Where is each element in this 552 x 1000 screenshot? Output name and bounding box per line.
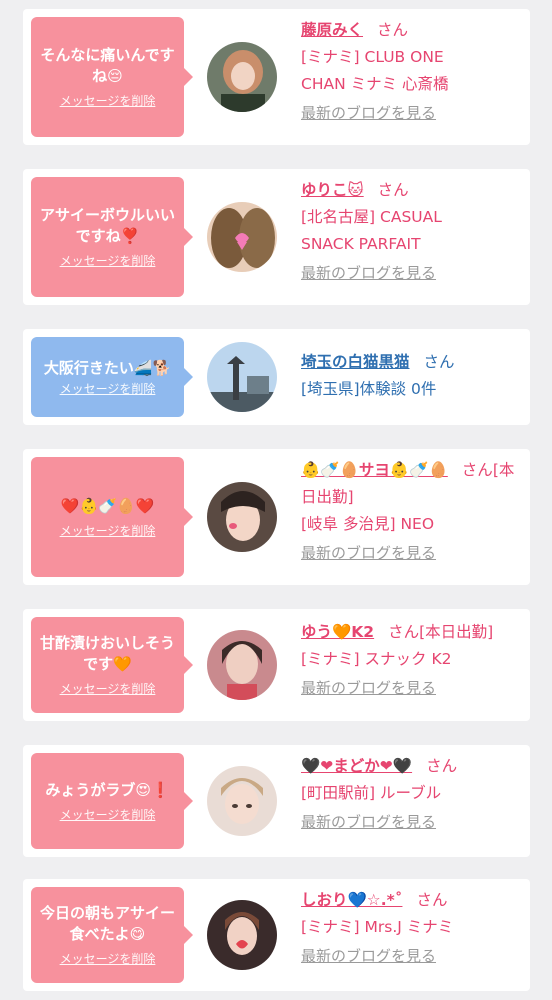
message-card: 大阪行きたい🚄🐕 メッセージを削除 埼玉の白猫黒猫 さん [埼玉県]体験談 0件 xyxy=(23,329,530,425)
avatar[interactable] xyxy=(207,630,277,700)
message-text: 甘酢漬けおいしそうです🧡 xyxy=(39,634,175,673)
delete-message-link[interactable]: メッセージを削除 xyxy=(60,93,156,109)
avatar-photo xyxy=(207,630,277,700)
profile-name-link[interactable]: 🖤❤まどか❤🖤 xyxy=(301,757,412,775)
message-card: そんなに痛いんですね😔 メッセージを削除 藤原みく さん [ミナミ] CLUB O… xyxy=(23,9,530,145)
avatar[interactable] xyxy=(207,42,277,112)
message-bubble: そんなに痛いんですね😔 メッセージを削除 xyxy=(31,17,193,137)
delete-message-link[interactable]: メッセージを削除 xyxy=(60,523,156,539)
shop-name: [町田駅前] ルーブル xyxy=(301,784,442,802)
shop-name: [ミナミ] スナック K2 xyxy=(301,650,452,668)
profile-info: 🖤❤まどか❤🖤 さん [町田駅前] ルーブル 最新のブログを見る xyxy=(301,753,523,836)
honorific: さん xyxy=(388,623,420,641)
latest-blog-link[interactable]: 最新のブログを見る xyxy=(301,943,523,970)
delete-message-link[interactable]: メッセージを削除 xyxy=(60,253,156,269)
message-text: みょうがラブ😍❗️ xyxy=(45,780,170,799)
avatar[interactable] xyxy=(207,482,277,552)
avatar[interactable] xyxy=(207,766,277,836)
profile-info: ゆりこ🐱 さん [北名古屋] CASUAL SNACK PARFAIT 最新のブロ… xyxy=(301,177,523,287)
honorific: さん xyxy=(416,891,448,909)
avatar-photo xyxy=(207,42,277,112)
latest-blog-link[interactable]: 最新のブログを見る xyxy=(301,260,523,287)
message-card: 今日の朝もアサイー食べたよ😋 メッセージを削除 しおり💙☆.*˚ さん [ミナミ]… xyxy=(23,879,530,991)
profile-info: しおり💙☆.*˚ さん [ミナミ] Mrs.J ミナミ 最新のブログを見る xyxy=(301,887,523,970)
latest-blog-link[interactable]: 最新のブログを見る xyxy=(301,540,523,567)
profile-info: 👶🍼🥚サヨ👶🍼🥚 さん[本日出勤] [岐阜 多治見] NEO 最新のブログを見る xyxy=(301,457,523,567)
message-bubble: 大阪行きたい🚄🐕 メッセージを削除 xyxy=(31,337,193,417)
avatar-photo xyxy=(207,482,277,552)
avatar[interactable] xyxy=(207,202,277,272)
honorific: さん xyxy=(461,461,493,479)
delete-message-link[interactable]: メッセージを削除 xyxy=(60,807,156,823)
latest-blog-link[interactable]: 最新のブログを見る xyxy=(301,675,523,702)
profile-info: 埼玉の白猫黒猫 さん [埼玉県]体験談 0件 xyxy=(301,349,523,403)
shop-name: [北名古屋] CASUAL xyxy=(301,208,442,226)
profile-name-link[interactable]: 埼玉の白猫黒猫 xyxy=(301,353,410,371)
profile-name-link[interactable]: 藤原みく xyxy=(301,21,363,39)
profile-name-link[interactable]: しおり💙☆.*˚ xyxy=(301,891,402,909)
avatar-photo xyxy=(207,202,277,272)
message-text: アサイーボウルいいですね❣️ xyxy=(39,206,175,245)
message-text: 今日の朝もアサイー食べたよ😋 xyxy=(39,904,175,943)
message-card: ❤️👶🍼🥚❤️ メッセージを削除 👶🍼🥚サヨ👶🍼🥚 さん[本日出勤] [岐阜 多治… xyxy=(23,449,530,585)
profile-info: ゆう🧡K2 さん[本日出勤] [ミナミ] スナック K2 最新のブログを見る xyxy=(301,619,523,702)
message-card: みょうがラブ😍❗️ メッセージを削除 🖤❤まどか❤🖤 さん [町田駅前] ルーブル… xyxy=(23,745,530,857)
work-status: [本日出勤] xyxy=(419,623,494,641)
honorific: さん xyxy=(426,757,458,775)
message-bubble: アサイーボウルいいですね❣️ メッセージを削除 xyxy=(31,177,193,297)
profile-name-link[interactable]: 👶🍼🥚サヨ👶🍼🥚 xyxy=(301,461,448,479)
message-bubble: ❤️👶🍼🥚❤️ メッセージを削除 xyxy=(31,457,193,577)
avatar-photo xyxy=(207,342,277,412)
profile-name-link[interactable]: ゆりこ🐱 xyxy=(301,181,364,199)
message-text: ❤️👶🍼🥚❤️ xyxy=(60,496,155,515)
honorific: さん xyxy=(377,21,409,39)
message-bubble: 今日の朝もアサイー食べたよ😋 メッセージを削除 xyxy=(31,887,193,983)
avatar-photo xyxy=(207,766,277,836)
delete-message-link[interactable]: メッセージを削除 xyxy=(60,681,156,697)
shop-name-cont: CHAN ミナミ 心斎橋 xyxy=(301,75,449,93)
avatar[interactable] xyxy=(207,900,277,970)
honorific: さん xyxy=(423,353,455,371)
profile-name-link[interactable]: ゆう🧡K2 xyxy=(301,623,374,641)
shop-name: [岐阜 多治見] NEO xyxy=(301,515,435,533)
avatar-photo xyxy=(207,900,277,970)
latest-blog-link[interactable]: 最新のブログを見る xyxy=(301,100,523,127)
shop-name-cont: SNACK PARFAIT xyxy=(301,235,421,253)
message-card: アサイーボウルいいですね❣️ メッセージを削除 ゆりこ🐱 さん [北名古屋] CA… xyxy=(23,169,530,305)
profile-info: 藤原みく さん [ミナミ] CLUB ONE CHAN ミナミ 心斎橋 最新のブロ… xyxy=(301,17,523,127)
review-count: [埼玉県]体験談 0件 xyxy=(301,380,437,398)
latest-blog-link[interactable]: 最新のブログを見る xyxy=(301,809,523,836)
avatar[interactable] xyxy=(207,342,277,412)
honorific: さん xyxy=(377,181,409,199)
shop-name: [ミナミ] CLUB ONE xyxy=(301,48,444,66)
shop-name: [ミナミ] Mrs.J ミナミ xyxy=(301,918,454,936)
delete-message-link[interactable]: メッセージを削除 xyxy=(60,951,156,967)
delete-message-link[interactable]: メッセージを削除 xyxy=(60,381,156,397)
message-text: そんなに痛いんですね😔 xyxy=(40,46,175,85)
message-bubble: みょうがラブ😍❗️ メッセージを削除 xyxy=(31,753,193,849)
message-card: 甘酢漬けおいしそうです🧡 メッセージを削除 ゆう🧡K2 さん[本日出勤] [ミナミ… xyxy=(23,609,530,721)
message-text: 大阪行きたい🚄🐕 xyxy=(43,358,172,377)
message-bubble: 甘酢漬けおいしそうです🧡 メッセージを削除 xyxy=(31,617,193,713)
